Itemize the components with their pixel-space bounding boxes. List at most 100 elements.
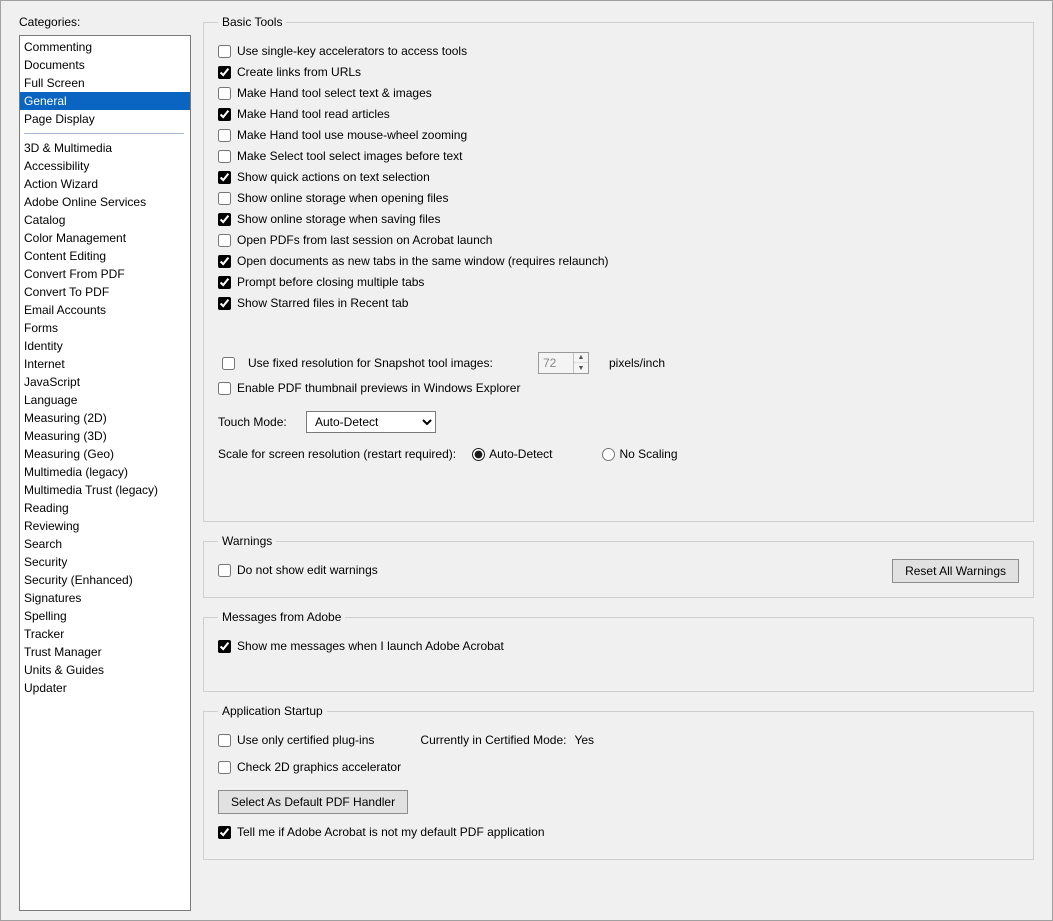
category-item[interactable]: Full Screen bbox=[20, 74, 190, 92]
category-item[interactable]: 3D & Multimedia bbox=[20, 139, 190, 157]
category-item[interactable]: Signatures bbox=[20, 589, 190, 607]
warnings-group: Warnings Do not show edit warnings Reset… bbox=[203, 534, 1034, 598]
category-item[interactable]: Action Wizard bbox=[20, 175, 190, 193]
category-item[interactable]: Updater bbox=[20, 679, 190, 697]
category-item[interactable]: Convert To PDF bbox=[20, 283, 190, 301]
basic-tools-option: Open PDFs from last session on Acrobat l… bbox=[218, 232, 1019, 249]
category-item[interactable]: Forms bbox=[20, 319, 190, 337]
spinner-down-icon[interactable]: ▼ bbox=[574, 363, 588, 373]
category-item[interactable]: Reading bbox=[20, 499, 190, 517]
category-item[interactable]: Adobe Online Services bbox=[20, 193, 190, 211]
touch-mode-select[interactable]: Auto-Detect bbox=[306, 411, 436, 433]
category-item[interactable]: Search bbox=[20, 535, 190, 553]
gfx-accel-checkbox[interactable] bbox=[218, 761, 231, 774]
basic-tools-checkbox-label: Make Hand tool select text & images bbox=[237, 85, 432, 102]
basic-tools-option: Use single-key accelerators to access to… bbox=[218, 43, 1019, 60]
default-app-notify-checkbox[interactable] bbox=[218, 826, 231, 839]
adobe-messages-checkbox[interactable] bbox=[218, 640, 231, 653]
category-item[interactable]: Units & Guides bbox=[20, 661, 190, 679]
basic-tools-checkbox[interactable] bbox=[218, 108, 231, 121]
basic-tools-checkbox[interactable] bbox=[218, 192, 231, 205]
categories-listbox[interactable]: CommentingDocumentsFull ScreenGeneralPag… bbox=[19, 35, 191, 911]
category-item[interactable]: Security bbox=[20, 553, 190, 571]
category-item[interactable]: Measuring (3D) bbox=[20, 427, 190, 445]
scale-noscaling-radio[interactable] bbox=[602, 448, 615, 461]
basic-tools-checkbox-label: Use single-key accelerators to access to… bbox=[237, 43, 467, 60]
basic-tools-option: Make Hand tool use mouse-wheel zooming bbox=[218, 127, 1019, 144]
snapshot-row: Use fixed resolution for Snapshot tool i… bbox=[218, 352, 1019, 374]
category-item[interactable]: Spelling bbox=[20, 607, 190, 625]
basic-tools-checkbox[interactable] bbox=[218, 171, 231, 184]
basic-tools-checkbox-label: Create links from URLs bbox=[237, 64, 361, 81]
category-item[interactable]: Tracker bbox=[20, 625, 190, 643]
category-item[interactable]: Measuring (Geo) bbox=[20, 445, 190, 463]
basic-tools-option: Make Hand tool select text & images bbox=[218, 85, 1019, 102]
scale-auto-label: Auto-Detect bbox=[489, 447, 552, 461]
basic-tools-checkbox[interactable] bbox=[218, 150, 231, 163]
basic-tools-checkbox-label: Open PDFs from last session on Acrobat l… bbox=[237, 232, 492, 249]
basic-tools-checkbox-label: Make Hand tool read articles bbox=[237, 106, 390, 123]
basic-tools-checkbox[interactable] bbox=[218, 66, 231, 79]
edit-warnings-label: Do not show edit warnings bbox=[237, 562, 378, 579]
category-item[interactable]: Multimedia Trust (legacy) bbox=[20, 481, 190, 499]
basic-tools-checkbox[interactable] bbox=[218, 45, 231, 58]
basic-tools-checkbox[interactable] bbox=[218, 234, 231, 247]
scale-auto-radio[interactable] bbox=[472, 448, 485, 461]
basic-tools-checkbox[interactable] bbox=[218, 297, 231, 310]
messages-group: Messages from Adobe Show me messages whe… bbox=[203, 610, 1034, 692]
category-item[interactable]: Color Management bbox=[20, 229, 190, 247]
category-item[interactable]: Convert From PDF bbox=[20, 265, 190, 283]
warnings-legend: Warnings bbox=[218, 534, 276, 548]
gfx-accel-label: Check 2D graphics accelerator bbox=[237, 759, 401, 776]
default-pdf-handler-button[interactable]: Select As Default PDF Handler bbox=[218, 790, 408, 814]
basic-tools-legend: Basic Tools bbox=[218, 15, 286, 29]
basic-tools-checkbox[interactable] bbox=[218, 255, 231, 268]
snapshot-checkbox[interactable] bbox=[222, 357, 235, 370]
category-item[interactable]: JavaScript bbox=[20, 373, 190, 391]
basic-tools-option: Make Hand tool read articles bbox=[218, 106, 1019, 123]
certified-plugins-checkbox[interactable] bbox=[218, 734, 231, 747]
category-item[interactable]: Page Display bbox=[20, 110, 190, 128]
basic-tools-option: Show Starred files in Recent tab bbox=[218, 295, 1019, 312]
basic-tools-checkbox[interactable] bbox=[218, 213, 231, 226]
category-item[interactable]: Measuring (2D) bbox=[20, 409, 190, 427]
default-app-notify-label: Tell me if Adobe Acrobat is not my defau… bbox=[237, 824, 545, 841]
category-item[interactable]: General bbox=[20, 92, 190, 110]
category-item[interactable]: Security (Enhanced) bbox=[20, 571, 190, 589]
category-item[interactable]: Commenting bbox=[20, 38, 190, 56]
startup-group: Application Startup Use only certified p… bbox=[203, 704, 1034, 860]
spinner-up-icon[interactable]: ▲ bbox=[574, 353, 588, 363]
category-item[interactable]: Trust Manager bbox=[20, 643, 190, 661]
edit-warnings-checkbox[interactable] bbox=[218, 564, 231, 577]
thumbnail-checkbox[interactable] bbox=[218, 382, 231, 395]
startup-legend: Application Startup bbox=[218, 704, 327, 718]
messages-legend: Messages from Adobe bbox=[218, 610, 345, 624]
snapshot-spinner[interactable]: ▲ ▼ bbox=[538, 352, 589, 374]
certified-plugins-label: Use only certified plug-ins bbox=[237, 732, 374, 749]
category-item[interactable]: Accessibility bbox=[20, 157, 190, 175]
basic-tools-checkbox-label: Show Starred files in Recent tab bbox=[237, 295, 408, 312]
basic-tools-checkbox[interactable] bbox=[218, 276, 231, 289]
category-item[interactable]: Documents bbox=[20, 56, 190, 74]
basic-tools-option: Show quick actions on text selection bbox=[218, 169, 1019, 186]
category-item[interactable]: Email Accounts bbox=[20, 301, 190, 319]
category-item[interactable]: Content Editing bbox=[20, 247, 190, 265]
reset-warnings-button[interactable]: Reset All Warnings bbox=[892, 559, 1019, 583]
snapshot-value-input[interactable] bbox=[539, 353, 573, 373]
category-item[interactable]: Catalog bbox=[20, 211, 190, 229]
scale-noscaling-label: No Scaling bbox=[619, 447, 677, 461]
categories-column: Categories: CommentingDocumentsFull Scre… bbox=[19, 15, 191, 920]
scale-label: Scale for screen resolution (restart req… bbox=[218, 447, 456, 461]
category-item[interactable]: Language bbox=[20, 391, 190, 409]
category-item[interactable]: Multimedia (legacy) bbox=[20, 463, 190, 481]
category-item[interactable]: Reviewing bbox=[20, 517, 190, 535]
basic-tools-checkbox[interactable] bbox=[218, 87, 231, 100]
basic-tools-option: Make Select tool select images before te… bbox=[218, 148, 1019, 165]
category-item[interactable]: Identity bbox=[20, 337, 190, 355]
basic-tools-checkbox-label: Make Select tool select images before te… bbox=[237, 148, 462, 165]
basic-tools-option: Show online storage when saving files bbox=[218, 211, 1019, 228]
category-item[interactable]: Internet bbox=[20, 355, 190, 373]
thumbnail-label: Enable PDF thumbnail previews in Windows… bbox=[237, 380, 520, 397]
basic-tools-group: Basic Tools Use single-key accelerators … bbox=[203, 15, 1034, 522]
basic-tools-checkbox[interactable] bbox=[218, 129, 231, 142]
